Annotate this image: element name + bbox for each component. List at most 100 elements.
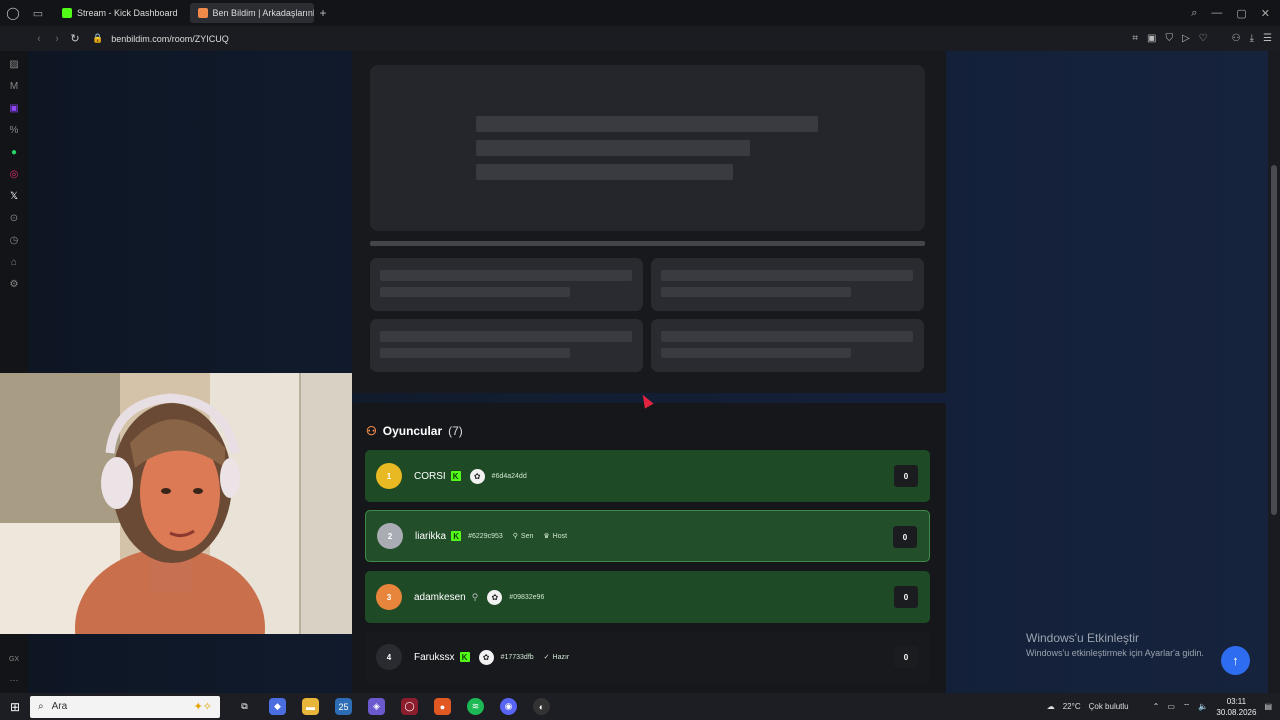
more-icon[interactable]: ··· bbox=[10, 675, 19, 685]
avatar-icon: ✿ bbox=[469, 468, 485, 484]
reload-button[interactable]: ↻ bbox=[66, 32, 84, 45]
address-bar-actions: ⌗ ▣ ⛉ ▷ ♡ ⚇ ⤓ ☰ bbox=[1132, 26, 1272, 51]
network-icon[interactable]: ⌔ bbox=[1183, 702, 1191, 712]
shield-icon[interactable]: ⛉ bbox=[1165, 33, 1173, 44]
discord-icon[interactable]: ◉ bbox=[500, 698, 517, 715]
download-icon[interactable]: ⤓ bbox=[1250, 33, 1254, 44]
back-button[interactable]: ‹ bbox=[30, 33, 48, 45]
weather-icon[interactable]: ☁ bbox=[1047, 702, 1055, 711]
players-panel: ⚇ Oyuncular (7) 1 CORSI K ✿ #6d4a24dd 0 … bbox=[352, 403, 946, 693]
copilot-spark-icon: ✦✧ bbox=[193, 701, 212, 713]
system-tray: ☁ 22°C Çok bulutlu ⌃ ▭ ⌔ 🔈 03:11 30.08.2… bbox=[1047, 693, 1272, 720]
player-score: 0 bbox=[894, 646, 918, 668]
search-icon: ⌕ bbox=[38, 701, 44, 712]
scrollbar-thumb[interactable] bbox=[1271, 165, 1277, 515]
app-icon[interactable]: ● bbox=[434, 698, 451, 715]
player-name: Farukssx bbox=[414, 651, 455, 663]
search-placeholder: Ara bbox=[51, 701, 68, 712]
maximize-button[interactable]: ▢ bbox=[1236, 7, 1246, 20]
heart-icon[interactable]: ♡ bbox=[1199, 33, 1208, 44]
settings-icon[interactable]: ⚙ bbox=[0, 273, 28, 295]
players-header: ⚇ Oyuncular (7) bbox=[366, 424, 463, 438]
extensions-icon[interactable]: ⌂ bbox=[0, 251, 28, 273]
lock-icon: 🔒 bbox=[92, 33, 104, 43]
close-button[interactable]: ✕ bbox=[1261, 7, 1270, 20]
whatsapp-icon[interactable]: ● bbox=[0, 141, 28, 163]
browser-tab-bar: ◯ ▭ Stream - Kick Dashboard Ben Bildim |… bbox=[0, 0, 1280, 26]
player-row[interactable]: 1 CORSI K ✿ #6d4a24dd 0 bbox=[365, 450, 930, 502]
skeleton-line bbox=[476, 164, 733, 180]
skeleton-line bbox=[476, 116, 818, 132]
history-icon[interactable]: ◷ bbox=[0, 229, 28, 251]
obs-icon[interactable]: ◐ bbox=[533, 698, 550, 715]
player-hash: #6d4a24dd bbox=[491, 472, 527, 480]
ready-tag: ✓ Hazır bbox=[543, 653, 570, 662]
notification-icon[interactable]: ▤ bbox=[1264, 702, 1272, 711]
tab-kick-dashboard[interactable]: Stream - Kick Dashboard bbox=[54, 3, 186, 23]
snapshot-icon[interactable]: ⌗ bbox=[1132, 33, 1138, 44]
url-text: benbildim.com/room/ZYICUQ bbox=[111, 33, 229, 44]
url-field[interactable]: 🔒 benbildim.com/room/ZYICUQ bbox=[92, 33, 229, 44]
player-score: 0 bbox=[894, 586, 918, 608]
taskbar-clock[interactable]: 03:11 30.08.2026 bbox=[1216, 696, 1256, 718]
tab-label: Stream - Kick Dashboard bbox=[77, 8, 178, 18]
player-name: adamkesen bbox=[414, 591, 466, 603]
forward-button[interactable]: › bbox=[48, 33, 66, 45]
scroll-to-top-button[interactable]: ↑ bbox=[1221, 646, 1250, 675]
twitch-icon[interactable]: ▣ bbox=[0, 97, 28, 119]
search-icon[interactable]: ⌕ bbox=[1191, 7, 1197, 20]
chevron-up-icon[interactable]: ⌃ bbox=[1153, 702, 1160, 711]
spotify-icon[interactable]: ≋ bbox=[467, 698, 484, 715]
minimize-button[interactable]: — bbox=[1211, 7, 1222, 19]
copilot-icon[interactable]: ◆ bbox=[269, 698, 286, 715]
kick-icon: K bbox=[451, 531, 462, 541]
player-icon[interactable]: ⊙ bbox=[0, 207, 28, 229]
play-icon[interactable]: ▷ bbox=[1182, 33, 1190, 44]
player-row-me[interactable]: 2 liarikka K #6229c953 ⚲ Sen ♛ Host 0 bbox=[365, 510, 930, 562]
windows-start-icon[interactable]: ⊞ bbox=[0, 693, 30, 720]
player-hash: #09832e96 bbox=[509, 593, 545, 601]
menu-icon[interactable]: ☰ bbox=[1263, 33, 1272, 44]
gx-icon[interactable]: GX bbox=[9, 656, 19, 663]
webcam-image bbox=[0, 373, 352, 634]
pip-icon[interactable]: ▣ bbox=[1147, 33, 1156, 44]
notion-icon[interactable]: ◈ bbox=[368, 698, 385, 715]
tab-benbildim[interactable]: Ben Bildim | Arkadaşlarınla bbox=[189, 3, 314, 23]
watermark-title: Windows'u Etkinleştir bbox=[1026, 631, 1139, 645]
you-tag: ⚲ Sen bbox=[512, 532, 534, 541]
calendar-icon[interactable]: 25 bbox=[335, 698, 352, 715]
player-hash: #6229c953 bbox=[468, 532, 503, 540]
display-icon[interactable]: ▭ bbox=[1167, 702, 1175, 711]
profile-icon[interactable]: ⚇ bbox=[1232, 33, 1241, 44]
avatar-icon: ✿ bbox=[487, 589, 503, 605]
task-view-icon[interactable]: ⧉ bbox=[236, 698, 253, 715]
users-icon: ⚇ bbox=[366, 424, 377, 438]
question-card-skeleton bbox=[370, 65, 925, 231]
new-tab-button[interactable]: + bbox=[320, 6, 327, 20]
player-row[interactable]: 4 Farukssx K ✿ #17733dfb ✓ Hazır 0 bbox=[365, 631, 930, 683]
percent-icon[interactable]: % bbox=[0, 119, 28, 141]
opera-gx-icon[interactable]: ◯ bbox=[401, 698, 418, 715]
question-panel-skeleton bbox=[352, 51, 946, 393]
tab-menu-icon[interactable]: ▭ bbox=[26, 0, 50, 26]
taskbar-search[interactable]: ⌕ Ara ✦✧ bbox=[30, 695, 220, 718]
progress-divider bbox=[370, 241, 925, 246]
kick-icon: K bbox=[459, 652, 470, 662]
rank-badge: 3 bbox=[376, 584, 402, 610]
player-score: 0 bbox=[894, 465, 918, 487]
taskbar-apps: ⧉ ◆ ▬ 25 ◈ ◯ ● ≋ ◉ ◐ bbox=[236, 698, 550, 715]
rank-badge: 2 bbox=[377, 523, 403, 549]
messenger-icon[interactable]: M bbox=[0, 75, 28, 97]
workspace-icon[interactable]: ▨ bbox=[0, 53, 28, 75]
player-score: 0 bbox=[893, 526, 917, 548]
weather-temp: 22°C bbox=[1062, 702, 1081, 711]
file-explorer-icon[interactable]: ▬ bbox=[302, 698, 319, 715]
volume-icon[interactable]: 🔈 bbox=[1198, 702, 1208, 711]
activation-watermark: Windows'u Etkinleştir Windows'u etkinleş… bbox=[1026, 631, 1204, 658]
instagram-icon[interactable]: ◎ bbox=[0, 163, 28, 185]
opera-logo-icon[interactable]: ◯ bbox=[0, 0, 26, 26]
player-row[interactable]: 3 adamkesen ⚲ ✿ #09832e96 0 bbox=[365, 571, 930, 623]
x-icon[interactable]: 𝕏 bbox=[0, 185, 28, 207]
clock-date: 30.08.2026 bbox=[1216, 707, 1257, 717]
watermark-subtitle: Windows'u etkinleştirmek için Ayarlar'a … bbox=[1026, 648, 1204, 658]
